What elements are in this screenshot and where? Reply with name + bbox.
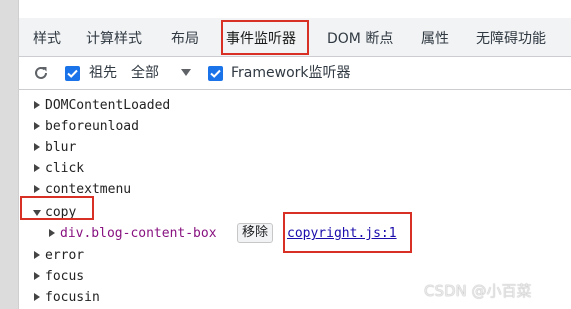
remove-button[interactable]: 移除 [237, 223, 274, 243]
event-name: DOMContentLoaded [45, 98, 171, 113]
expand-triangle-icon[interactable] [34, 185, 40, 193]
expand-triangle-icon[interactable] [49, 229, 55, 237]
list-item-copy[interactable]: copy [19, 202, 571, 223]
event-name: focus [45, 269, 85, 284]
expand-triangle-icon[interactable] [34, 122, 40, 130]
listener-filter-select[interactable]: 全部 [131, 63, 159, 83]
expand-triangle-icon[interactable] [34, 251, 40, 259]
chevron-down-icon[interactable] [181, 69, 191, 76]
left-panel-edge [0, 0, 19, 309]
expand-triangle-icon[interactable] [34, 143, 40, 151]
event-name: error [45, 248, 85, 263]
event-listener-toolbar: 祖先 全部 Framework监听器 [19, 57, 571, 90]
list-item[interactable]: beforeunload [19, 116, 571, 137]
checkmark-icon [210, 69, 221, 78]
refresh-icon[interactable] [33, 65, 49, 81]
tab-event-listeners[interactable]: 事件监听器 [226, 18, 296, 56]
sidebar-tab-bar: 样式 计算样式 布局 事件监听器 DOM 断点 属性 无障碍功能 [19, 18, 571, 57]
tab-layout[interactable]: 布局 [171, 18, 199, 56]
watermark: CSDN @小百菜 [424, 282, 532, 300]
event-name: click [45, 161, 85, 176]
checkmark-icon [67, 69, 78, 78]
list-item[interactable]: contextmenu [19, 179, 571, 200]
source-link[interactable]: copyright.js:1 [287, 223, 397, 244]
active-tab-indicator [222, 53, 306, 55]
tab-properties[interactable]: 属性 [421, 18, 449, 56]
expand-triangle-icon[interactable] [34, 272, 40, 280]
expand-triangle-icon[interactable] [34, 164, 40, 172]
ancestors-checkbox[interactable] [65, 66, 80, 81]
ancestors-label: 祖先 [89, 65, 117, 81]
expand-triangle-icon[interactable] [34, 293, 40, 301]
event-name: contextmenu [45, 182, 132, 197]
tab-accessibility[interactable]: 无障碍功能 [476, 18, 546, 56]
list-item[interactable]: error [19, 245, 571, 266]
listener-entry[interactable]: div.blog-content-box 移除 copyright.js:1 [19, 223, 571, 244]
event-name: copy [45, 205, 77, 220]
tab-styles[interactable]: 样式 [33, 18, 61, 56]
collapse-triangle-icon[interactable] [33, 210, 41, 216]
event-name: blur [45, 140, 77, 155]
list-item[interactable]: blur [19, 137, 571, 158]
tab-dom-breakpoints[interactable]: DOM 断点 [327, 18, 393, 56]
list-item[interactable]: DOMContentLoaded [19, 95, 571, 116]
listener-node[interactable]: div.blog-content-box [60, 223, 217, 244]
list-item[interactable]: click [19, 158, 571, 179]
framework-listeners-label: Framework监听器 [231, 65, 351, 81]
framework-listeners-checkbox[interactable] [208, 66, 223, 81]
expand-triangle-icon[interactable] [34, 101, 40, 109]
event-name: beforeunload [45, 119, 139, 134]
tab-computed[interactable]: 计算样式 [86, 18, 142, 56]
event-name: focusin [45, 290, 100, 305]
